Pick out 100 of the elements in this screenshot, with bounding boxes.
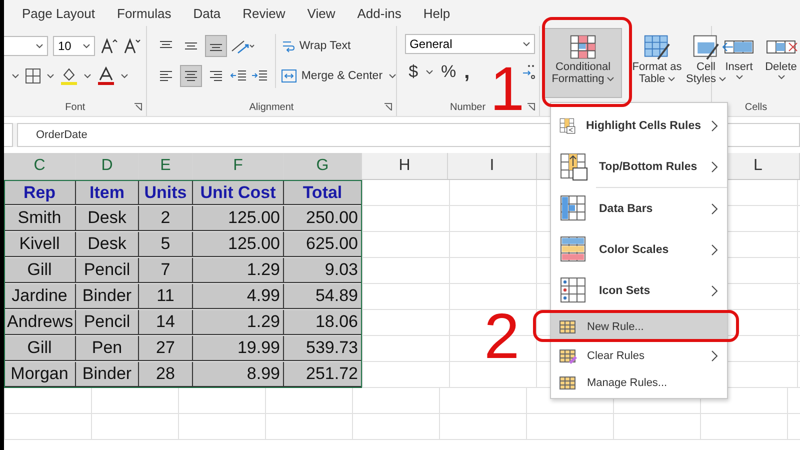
cells-button[interactable]: Delete — [762, 34, 800, 96]
borders-icon[interactable] — [24, 67, 42, 85]
table-cell: Pen — [76, 336, 139, 361]
align-lines-icon — [184, 40, 198, 52]
grow-font-icon[interactable] — [100, 37, 118, 55]
launcher-icon[interactable] — [384, 103, 392, 111]
caret-icon[interactable] — [12, 74, 19, 78]
caret-icon[interactable] — [778, 75, 784, 80]
ribbon-tab[interactable]: Page Layout — [22, 6, 96, 20]
increase-indent-icon[interactable] — [251, 69, 270, 83]
column-header[interactable]: I — [448, 153, 537, 179]
column-header[interactable]: F — [193, 153, 284, 179]
number-format-field[interactable]: General — [404, 34, 535, 54]
table-cell: 1.29 — [193, 258, 284, 283]
rule-icon — [559, 318, 577, 334]
align-button[interactable] — [205, 35, 228, 57]
table-header-cell: Rep — [4, 180, 76, 205]
table-cell: Desk — [76, 206, 139, 231]
table-cell: Binder — [76, 362, 139, 387]
table-cell: 125.00 — [193, 232, 284, 257]
table-style-icon — [692, 33, 720, 61]
decimal-icon[interactable] — [522, 63, 536, 81]
column-header[interactable]: C — [4, 153, 76, 179]
align-lines-icon — [159, 70, 174, 82]
rule-icon — [559, 348, 577, 364]
ribbon-tab[interactable]: Add-ins — [357, 6, 402, 20]
caret-icon[interactable] — [426, 70, 434, 74]
table-cell: 4.99 — [193, 284, 284, 309]
table-cell: 250.00 — [284, 206, 362, 231]
align-lines-icon — [209, 70, 224, 82]
column-header[interactable]: E — [139, 153, 193, 179]
table-cell: Gill — [4, 258, 76, 283]
ribbon-tab[interactable]: Review — [242, 6, 286, 20]
table-header-cell: Item — [76, 180, 139, 205]
wrap-text-button[interactable]: Wrap Text — [281, 34, 351, 58]
table-cell: 11 — [139, 284, 193, 309]
caret-icon[interactable] — [84, 74, 91, 78]
table-cell: Desk — [76, 232, 139, 257]
menu-item[interactable]: Color Scales — [551, 229, 727, 270]
ribbon-tab[interactable]: Formulas — [117, 6, 172, 20]
table-cell: 14 — [139, 310, 193, 335]
caret-icon[interactable] — [668, 76, 676, 82]
table-cell: Smith — [4, 206, 76, 231]
ribbon-tab[interactable]: View — [307, 6, 336, 20]
column-header[interactable]: H — [362, 153, 448, 179]
decrease-indent-icon[interactable] — [230, 69, 248, 83]
menu-item[interactable]: Manage Rules... — [551, 369, 727, 396]
rule-icon — [559, 152, 589, 182]
font-color-icon[interactable] — [96, 66, 116, 86]
group-label: Cells — [744, 102, 768, 113]
style-button[interactable]: Conditional Formatting — [544, 28, 622, 98]
table-cell: 8.99 — [193, 362, 284, 387]
number-style-button[interactable]: % — [441, 62, 456, 82]
font-name-field[interactable] — [4, 36, 48, 56]
caret-icon[interactable] — [83, 44, 90, 48]
shrink-font-icon[interactable] — [123, 37, 141, 55]
caret-icon[interactable] — [121, 74, 128, 78]
caret-icon[interactable] — [718, 76, 726, 82]
ribbon-tab[interactable]: Data — [193, 6, 221, 20]
table-cell: Morgan — [4, 362, 76, 387]
style-button[interactable]: Format as Table — [632, 28, 682, 98]
fill-color-icon[interactable] — [59, 66, 79, 86]
table-cell: 5 — [139, 232, 193, 257]
caret-icon[interactable] — [736, 75, 742, 80]
rule-icon — [559, 374, 577, 390]
column-header[interactable]: D — [76, 153, 139, 179]
launcher-icon[interactable] — [134, 103, 142, 111]
number-style-button[interactable]: $ — [408, 62, 418, 82]
menu-item[interactable]: Icon Sets — [551, 270, 727, 311]
table-cell: Andrews — [4, 310, 76, 335]
caret-icon[interactable] — [388, 74, 396, 78]
table-cell: Pencil — [76, 310, 139, 335]
table-style-icon — [643, 33, 671, 61]
launcher-icon[interactable] — [527, 103, 535, 111]
table-cell: 18.06 — [284, 310, 362, 335]
table-cell: 9.03 — [284, 258, 362, 283]
caret-icon[interactable] — [47, 74, 54, 78]
font-size-field[interactable]: 10 — [53, 36, 95, 56]
caret-icon[interactable] — [522, 42, 530, 46]
group-label: Font — [65, 102, 86, 113]
menu-item[interactable]: Clear Rules — [551, 342, 727, 369]
align-button[interactable] — [180, 65, 202, 87]
table-cell: Pencil — [76, 258, 139, 283]
table-cell: 251.72 — [284, 362, 362, 387]
table-header-cell: Unit Cost — [193, 180, 284, 205]
merge-center-button[interactable]: Merge & Center — [281, 64, 383, 88]
merge-icon — [281, 69, 298, 83]
caret-icon[interactable] — [607, 76, 614, 82]
align-lines-icon — [184, 70, 198, 82]
wrap-icon — [281, 39, 296, 53]
ribbon-tab[interactable]: Help — [423, 6, 450, 20]
table-cell: 7 — [139, 258, 193, 283]
column-header[interactable]: G — [284, 153, 362, 179]
number-style-button[interactable]: , — [464, 62, 470, 82]
table-cell: 27 — [139, 336, 193, 361]
menu-item[interactable]: Data Bars — [551, 188, 727, 229]
table-cell: 2 — [139, 206, 193, 231]
table-cell: Jardine — [4, 284, 76, 309]
caret-icon[interactable] — [36, 44, 43, 48]
table-header-cell: Total — [284, 180, 362, 205]
